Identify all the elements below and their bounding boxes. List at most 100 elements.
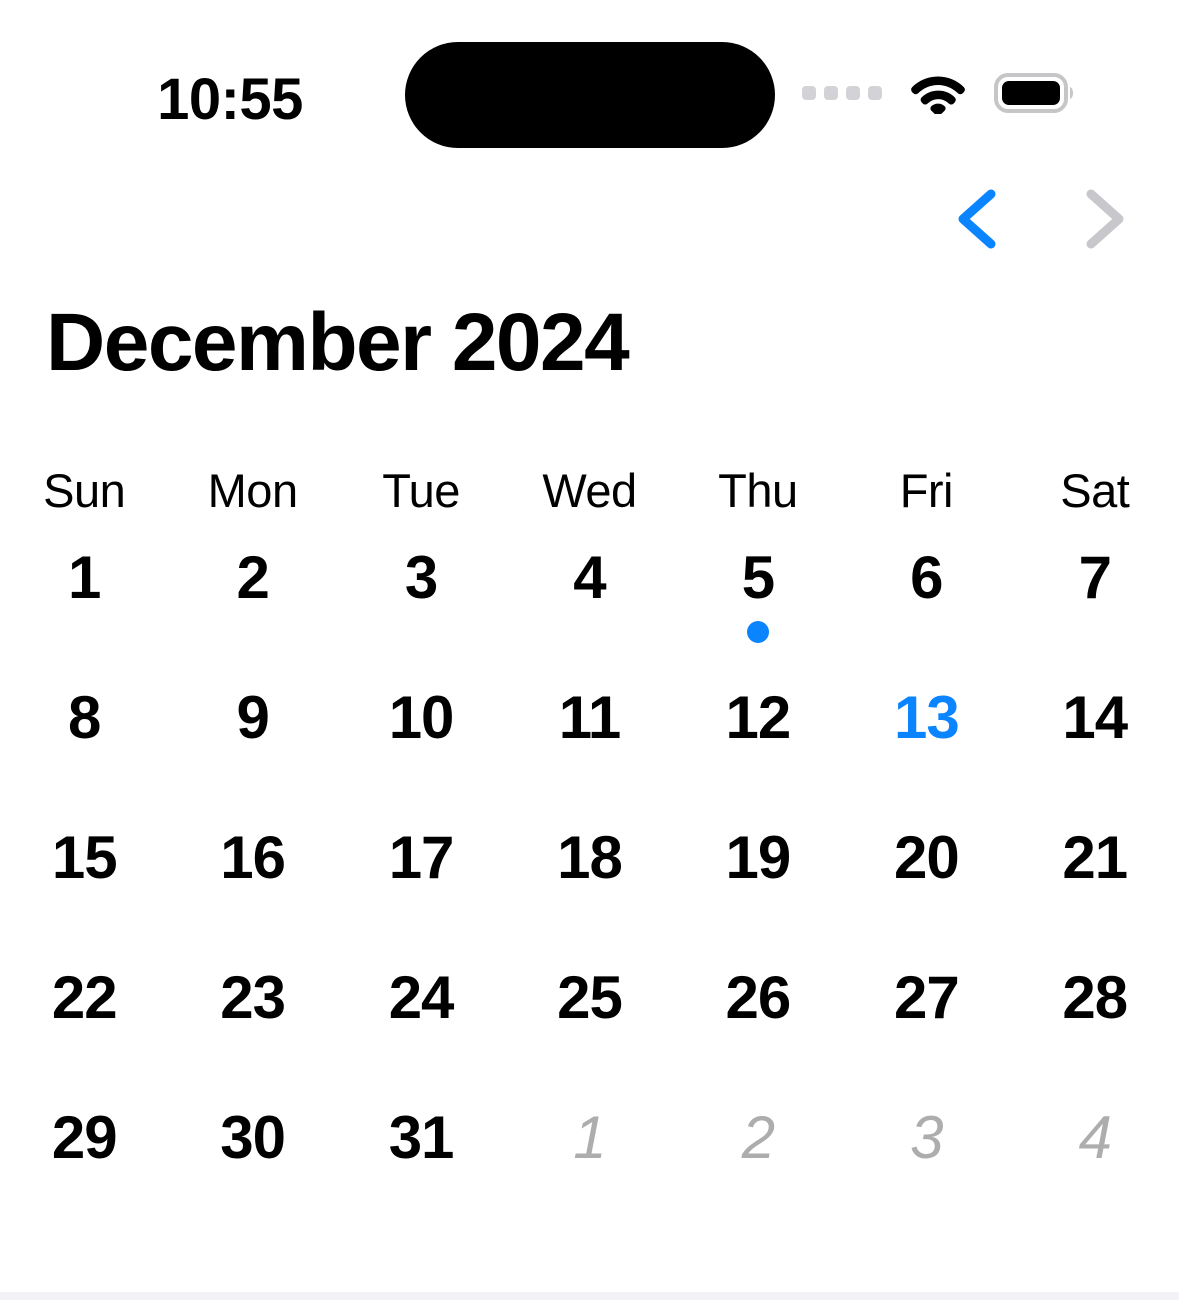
calendar-day-number: 2 bbox=[236, 544, 269, 611]
battery-icon bbox=[994, 73, 1076, 113]
calendar-day-cell[interactable]: 1 bbox=[505, 1087, 673, 1227]
chevron-left-icon bbox=[953, 188, 1005, 250]
chevron-right-icon bbox=[1077, 188, 1129, 250]
calendar-day-number: 11 bbox=[558, 684, 621, 751]
weekday-label-sat: Sat bbox=[1060, 464, 1130, 517]
previous-month-button[interactable] bbox=[943, 182, 1015, 256]
calendar-week-row: 29 30 31 1 2 3 4 bbox=[0, 1087, 1179, 1227]
calendar-day-number: 27 bbox=[893, 964, 960, 1031]
calendar-day-cell[interactable]: 8 bbox=[0, 667, 168, 807]
calendar-screen: 10:55 December 2024 Sun Mon Tue Wed Thu … bbox=[0, 0, 1179, 1300]
calendar-day-cell[interactable]: 12 bbox=[674, 667, 842, 807]
calendar-day-cell[interactable]: 18 bbox=[505, 807, 673, 947]
weekday-label-mon: Mon bbox=[207, 464, 298, 517]
calendar-day-cell[interactable]: 21 bbox=[1011, 807, 1179, 947]
calendar-day-cell[interactable]: 23 bbox=[168, 947, 336, 1087]
calendar-day-number: 15 bbox=[51, 824, 118, 891]
calendar-day-number: 23 bbox=[220, 964, 286, 1031]
calendar-day-cell[interactable]: 5 bbox=[674, 527, 842, 667]
calendar-day-number: 3 bbox=[910, 1104, 943, 1171]
calendar-day-cell[interactable]: 6 bbox=[842, 527, 1010, 667]
weekday-label-sun: Sun bbox=[43, 464, 126, 517]
calendar-day-cell[interactable]: 27 bbox=[842, 947, 1010, 1087]
calendar-day-cell[interactable]: 2 bbox=[168, 527, 336, 667]
weekday-label-fri: Fri bbox=[899, 464, 954, 517]
calendar-day-cell[interactable]: 2 bbox=[674, 1087, 842, 1227]
calendar-day-cell[interactable]: 10 bbox=[337, 667, 505, 807]
weekday-label-wed: Wed bbox=[542, 464, 637, 517]
calendar-day-cell[interactable]: 16 bbox=[168, 807, 336, 947]
calendar-day-number: 21 bbox=[1062, 824, 1128, 891]
calendar-day-cell[interactable]: 15 bbox=[0, 807, 168, 947]
calendar-day-number: 30 bbox=[220, 1104, 286, 1171]
calendar-day-cell[interactable]: 1 bbox=[0, 527, 168, 667]
next-month-button[interactable] bbox=[1067, 182, 1139, 256]
calendar-week-row: 15 16 17 18 19 20 21 bbox=[0, 807, 1179, 947]
calendar-day-cell[interactable]: 7 bbox=[1011, 527, 1179, 667]
status-bar-clock: 10:55 bbox=[157, 67, 303, 132]
calendar-day-cell[interactable]: 20 bbox=[842, 807, 1010, 947]
calendar-day-number: 29 bbox=[51, 1104, 118, 1171]
calendar-day-number: 10 bbox=[388, 684, 455, 751]
calendar-day-cell[interactable]: 9 bbox=[168, 667, 336, 807]
calendar-week-row: 8 9 10 11 12 13 14 bbox=[0, 667, 1179, 807]
cellular-signal-icon bbox=[802, 86, 882, 100]
calendar-day-number: 24 bbox=[388, 964, 455, 1031]
calendar-day-number: 5 bbox=[741, 544, 775, 611]
calendar-day-number: 9 bbox=[236, 684, 269, 751]
calendar-day-cell[interactable]: 3 bbox=[337, 527, 505, 667]
weekday-header-row: Sun Mon Tue Wed Thu Fri Sat bbox=[0, 455, 1179, 527]
calendar-day-number: 22 bbox=[51, 964, 118, 1031]
calendar-day-number: 4 bbox=[1078, 1104, 1112, 1171]
calendar-day-cell[interactable]: 19 bbox=[674, 807, 842, 947]
bottom-divider bbox=[0, 1292, 1179, 1300]
calendar-day-cell[interactable]: 30 bbox=[168, 1087, 336, 1227]
calendar-day-number: 31 bbox=[388, 1104, 455, 1171]
calendar-day-number: 16 bbox=[220, 824, 286, 891]
calendar-week-row: 1 2 3 4 5 6 7 bbox=[0, 527, 1179, 667]
status-bar: 10:55 bbox=[0, 0, 1179, 160]
calendar-day-number: 20 bbox=[893, 824, 960, 891]
calendar-day-number: 7 bbox=[1078, 544, 1112, 611]
calendar-week-row: 22 23 24 25 26 27 28 bbox=[0, 947, 1179, 1087]
calendar-day-cell[interactable]: 25 bbox=[505, 947, 673, 1087]
calendar-day-number: 12 bbox=[725, 684, 792, 751]
status-bar-indicators bbox=[802, 72, 1076, 114]
calendar-day-cell[interactable]: 17 bbox=[337, 807, 505, 947]
event-indicator-dot bbox=[746, 621, 769, 643]
month-navigation bbox=[943, 182, 1139, 256]
calendar-day-number: 2 bbox=[741, 1104, 775, 1171]
calendar-day-cell[interactable]: 13 bbox=[842, 667, 1010, 807]
calendar-day-cell[interactable]: 29 bbox=[0, 1087, 168, 1227]
calendar-grid: Sun Mon Tue Wed Thu Fri Sat 1 2 3 4 5 6 7 8 9 10 11 12 13 1… bbox=[0, 455, 1179, 1227]
calendar-day-number: 19 bbox=[725, 824, 792, 891]
calendar-day-number: 18 bbox=[557, 824, 623, 891]
calendar-day-cell[interactable]: 28 bbox=[1011, 947, 1179, 1087]
calendar-day-number: 3 bbox=[404, 544, 438, 611]
calendar-day-number: 4 bbox=[573, 544, 606, 611]
calendar-day-number: 17 bbox=[388, 824, 455, 891]
calendar-day-number: 6 bbox=[910, 544, 943, 611]
calendar-day-number: 1 bbox=[573, 1104, 606, 1171]
calendar-day-cell[interactable]: 4 bbox=[505, 527, 673, 667]
calendar-day-number: 1 bbox=[68, 544, 101, 611]
calendar-day-cell[interactable]: 24 bbox=[337, 947, 505, 1087]
calendar-weeks: 1 2 3 4 5 6 7 8 9 10 11 12 13 14 15 16 17 18 19 20 21 22 23 24 2… bbox=[0, 527, 1179, 1227]
calendar-day-number: 28 bbox=[1062, 964, 1128, 1031]
calendar-day-number: 13 bbox=[893, 684, 960, 751]
weekday-label-tue: Tue bbox=[382, 464, 460, 517]
calendar-day-cell[interactable]: 11 bbox=[505, 667, 673, 807]
calendar-day-number: 25 bbox=[557, 964, 623, 1031]
calendar-day-cell[interactable]: 31 bbox=[337, 1087, 505, 1227]
calendar-day-cell[interactable]: 26 bbox=[674, 947, 842, 1087]
calendar-day-number: 14 bbox=[1062, 684, 1128, 751]
calendar-day-cell[interactable]: 14 bbox=[1011, 667, 1179, 807]
calendar-day-number: 8 bbox=[68, 684, 101, 751]
calendar-day-cell[interactable]: 22 bbox=[0, 947, 168, 1087]
calendar-day-cell[interactable]: 4 bbox=[1011, 1087, 1179, 1227]
calendar-day-cell[interactable]: 3 bbox=[842, 1087, 1010, 1227]
calendar-day-number: 26 bbox=[725, 964, 792, 1031]
dynamic-island bbox=[405, 42, 775, 148]
weekday-label-thu: Thu bbox=[718, 464, 798, 517]
wifi-icon bbox=[910, 72, 966, 114]
